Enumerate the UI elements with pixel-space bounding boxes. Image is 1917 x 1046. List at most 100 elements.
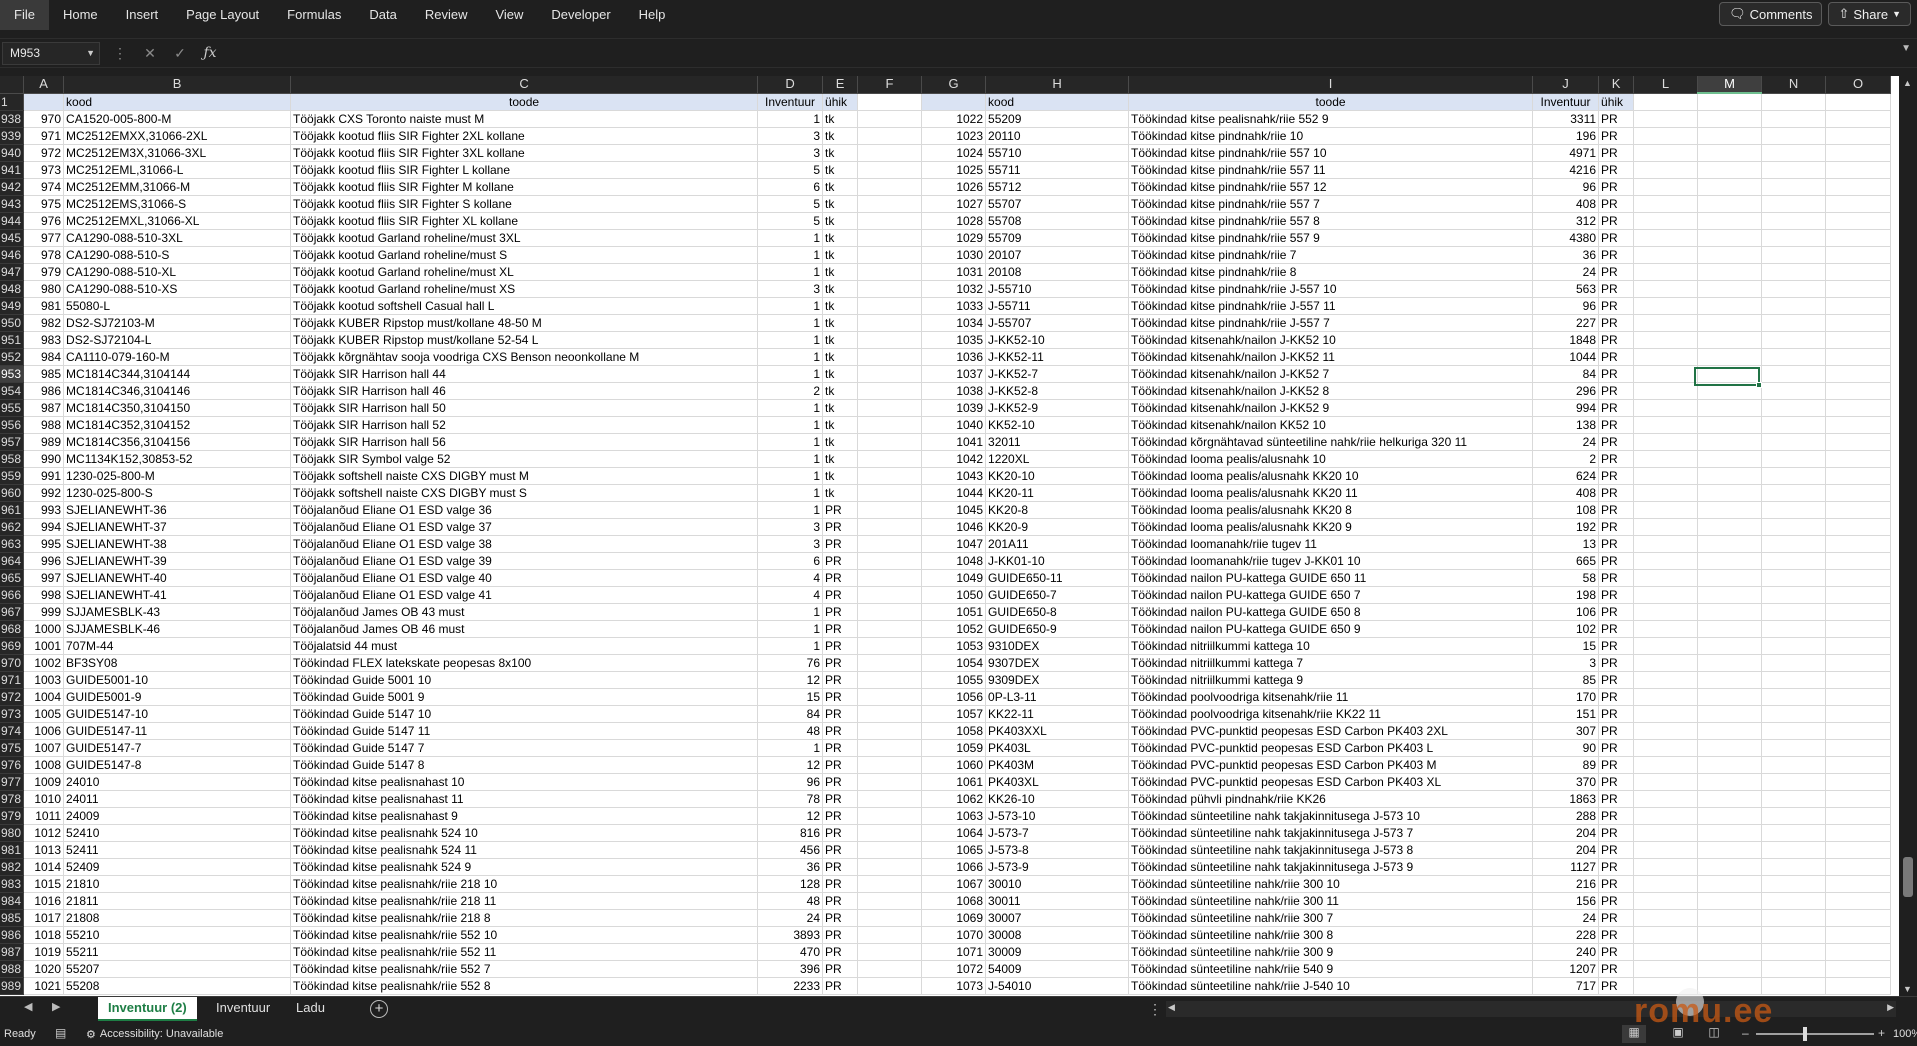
cell-toode[interactable]: Töökindad kitsenahk/nailon J-KK52 9 xyxy=(1128,399,1534,417)
cell-kood[interactable]: 55207 xyxy=(63,960,292,978)
cell-toode[interactable]: Tööjakk kootud fliis SIR Fighter 2XL kol… xyxy=(290,127,759,145)
cell-empty[interactable] xyxy=(1825,943,1892,961)
menu-help[interactable]: Help xyxy=(625,0,680,30)
row-header[interactable]: 970 xyxy=(0,654,25,672)
cell-index[interactable]: 1018 xyxy=(23,926,65,944)
cell-empty[interactable] xyxy=(1825,909,1892,927)
cell-index[interactable]: 994 xyxy=(23,518,65,536)
scroll-thumb[interactable] xyxy=(1903,857,1913,897)
row-header[interactable]: 973 xyxy=(0,705,25,723)
cell-toode[interactable]: Töökindad kitse pealisnahk/riie 552 10 xyxy=(290,926,759,944)
cell-inventuur[interactable]: 24 xyxy=(1532,909,1600,927)
cell-inventuur[interactable]: 151 xyxy=(1532,705,1600,723)
cell-d1[interactable]: Inventuur xyxy=(757,93,824,111)
row-header[interactable]: 988 xyxy=(0,960,25,978)
cell-inventuur[interactable]: 1127 xyxy=(1532,858,1600,876)
cell-inventuur[interactable]: 3 xyxy=(757,280,824,298)
cell-uhik[interactable]: tk xyxy=(822,399,859,417)
row-header[interactable]: 966 xyxy=(0,586,25,604)
cell-empty[interactable] xyxy=(1697,331,1763,349)
cell-inventuur[interactable]: 1 xyxy=(757,450,824,468)
row-header[interactable]: 941 xyxy=(0,161,25,179)
cell-empty[interactable] xyxy=(857,841,923,859)
cell-index[interactable]: 1021 xyxy=(23,977,65,995)
cell-toode[interactable]: Tööjakk kootud Garland roheline/must S xyxy=(290,246,759,264)
cell-empty[interactable] xyxy=(1633,399,1699,417)
cell-empty[interactable] xyxy=(857,977,923,995)
cell-kood[interactable]: CA1290-088-510-3XL xyxy=(63,229,292,247)
cell-uhik[interactable]: PR xyxy=(1598,790,1635,808)
cell-index[interactable]: 970 xyxy=(23,110,65,128)
cell-empty[interactable] xyxy=(1825,739,1892,757)
cell-inventuur[interactable]: 1 xyxy=(757,263,824,281)
cell-kood[interactable]: 55708 xyxy=(985,212,1130,230)
row-header[interactable]: 989 xyxy=(0,977,25,995)
zoom-out-icon[interactable]: – xyxy=(1742,1026,1749,1040)
cell-empty[interactable] xyxy=(1825,144,1892,162)
cell-toode[interactable]: Tööjalanõud James OB 43 must xyxy=(290,603,759,621)
cell-empty[interactable] xyxy=(1825,807,1892,825)
enter-icon[interactable]: ✓ xyxy=(168,42,192,65)
cell-empty[interactable] xyxy=(1633,280,1699,298)
cell-index[interactable]: 1057 xyxy=(921,705,987,723)
cell-index[interactable]: 1022 xyxy=(921,110,987,128)
cell-uhik[interactable]: PR xyxy=(1598,552,1635,570)
cell-kood[interactable]: J-KK52-11 xyxy=(985,348,1130,366)
cell-inventuur[interactable]: 1 xyxy=(757,331,824,349)
cell-empty[interactable] xyxy=(1697,263,1763,281)
cell-kood[interactable]: J-55710 xyxy=(985,280,1130,298)
cell-uhik[interactable]: PR xyxy=(1598,178,1635,196)
column-header-g[interactable]: G xyxy=(921,76,987,94)
cell-empty[interactable] xyxy=(1697,705,1763,723)
cell-empty[interactable] xyxy=(1825,892,1892,910)
cell-inventuur[interactable]: 90 xyxy=(1532,739,1600,757)
cell-uhik[interactable]: PR xyxy=(1598,297,1635,315)
cell-toode[interactable]: Töökindad poolvoodriga kitsenahk/riie KK… xyxy=(1128,705,1534,723)
cell-toode[interactable]: Töökindad kitse pindnahk/riie 557 7 xyxy=(1128,195,1534,213)
cell-index[interactable]: 1066 xyxy=(921,858,987,876)
row-header[interactable]: 972 xyxy=(0,688,25,706)
cell-empty[interactable] xyxy=(857,756,923,774)
cell-inventuur[interactable]: 84 xyxy=(1532,365,1600,383)
cell-toode[interactable]: Töökindad kõrgnähtavad sünteetiline nahk… xyxy=(1128,433,1534,451)
cell-index[interactable]: 1038 xyxy=(921,382,987,400)
cell-empty[interactable] xyxy=(1825,705,1892,723)
column-header-a[interactable]: A xyxy=(23,76,65,94)
cell-toode[interactable]: Töökindad kitse pindnahk/riie J-557 11 xyxy=(1128,297,1534,315)
cell-index[interactable]: 984 xyxy=(23,348,65,366)
cell-toode[interactable]: Töökindad looma pealis/alusnahk KK20 9 xyxy=(1128,518,1534,536)
cell-empty[interactable] xyxy=(1825,773,1892,791)
cell-kood[interactable]: 55712 xyxy=(985,178,1130,196)
cell-uhik[interactable]: tk xyxy=(822,331,859,349)
cell-uhik[interactable]: tk xyxy=(822,212,859,230)
cell-toode[interactable]: Tööjakk kootud fliis SIR Fighter M kolla… xyxy=(290,178,759,196)
cell-c1[interactable]: toode xyxy=(290,93,759,111)
cell-uhik[interactable]: PR xyxy=(822,552,859,570)
cell-kood[interactable]: 52410 xyxy=(63,824,292,842)
cell-uhik[interactable]: PR xyxy=(1598,110,1635,128)
cell-empty[interactable] xyxy=(1825,433,1892,451)
cell-kood[interactable]: CA1110-079-160-M xyxy=(63,348,292,366)
cell-empty[interactable] xyxy=(1825,790,1892,808)
cell-index[interactable]: 1001 xyxy=(23,637,65,655)
cell-empty[interactable] xyxy=(1761,263,1827,281)
cell-toode[interactable]: Töökindad Guide 5147 8 xyxy=(290,756,759,774)
cell-toode[interactable]: Töökindad looma pealis/alusnahk KK20 10 xyxy=(1128,467,1534,485)
cell-kood[interactable]: MC2512EMM,31066-M xyxy=(63,178,292,196)
cell-uhik[interactable]: PR xyxy=(1598,382,1635,400)
cell-kood[interactable]: KK20-11 xyxy=(985,484,1130,502)
cell-kood[interactable]: 20107 xyxy=(985,246,1130,264)
cell-kood[interactable]: CA1290-088-510-XS xyxy=(63,280,292,298)
cell-uhik[interactable]: tk xyxy=(822,127,859,145)
cell-toode[interactable]: Töökindad PVC-punktid peopesas ESD Carbo… xyxy=(1128,739,1534,757)
select-all-corner[interactable] xyxy=(0,76,25,94)
cell-kood[interactable]: MC1814C350,3104150 xyxy=(63,399,292,417)
menu-view[interactable]: View xyxy=(481,0,537,30)
cell-kood[interactable]: SJELIANEWHT-39 xyxy=(63,552,292,570)
cell-toode[interactable]: Töökindad sünteetiline nahk/riie 300 8 xyxy=(1128,926,1534,944)
cell-toode[interactable]: Töökindad sünteetiline nahk/riie 300 7 xyxy=(1128,909,1534,927)
cell-h1[interactable]: kood xyxy=(985,93,1130,111)
row-header[interactable]: 962 xyxy=(0,518,25,536)
share-button[interactable]: ⇧ Share ▼ xyxy=(1828,2,1911,26)
cell-index[interactable]: 1060 xyxy=(921,756,987,774)
